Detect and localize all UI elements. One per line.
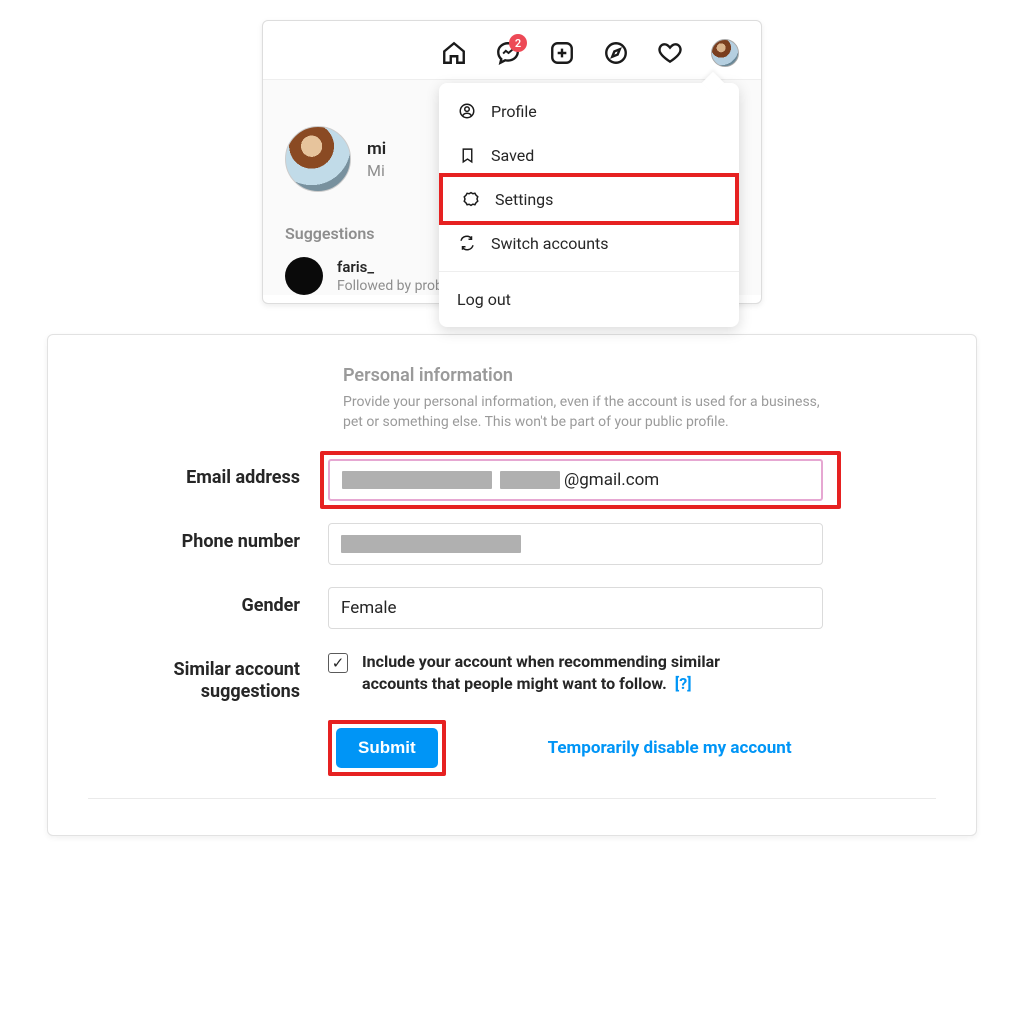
gender-label: Gender [88, 587, 328, 618]
similar-accounts-desc: Include your account when recommending s… [362, 651, 728, 696]
suggestion-avatar[interactable] [285, 257, 323, 295]
display-name-truncated: Mi [367, 161, 386, 180]
menu-item-switch[interactable]: Switch accounts [439, 221, 739, 265]
menu-item-saved[interactable]: Saved [439, 133, 739, 177]
notification-badge: 2 [509, 34, 527, 52]
bookmark-icon [457, 145, 477, 165]
help-link[interactable]: [?] [675, 674, 692, 693]
menu-item-profile[interactable]: Profile [439, 89, 739, 133]
menu-item-label: Profile [491, 102, 537, 121]
section-description: Provide your personal information, even … [343, 392, 823, 433]
explore-icon[interactable] [603, 40, 629, 66]
avatar[interactable] [711, 39, 739, 67]
home-icon[interactable] [441, 40, 467, 66]
menu-item-logout[interactable]: Log out [439, 278, 739, 321]
redacted-text [500, 471, 560, 489]
menu-item-label: Log out [457, 290, 511, 309]
redacted-text [342, 471, 492, 489]
submit-button[interactable]: Submit [336, 728, 438, 768]
divider [88, 798, 936, 799]
profile-dropdown-panel: 2 mi Mi Suggestions faris_ Followed by p… [262, 20, 762, 304]
switch-icon [457, 233, 477, 253]
profile-icon [457, 101, 477, 121]
gender-value: Female [341, 598, 397, 618]
disable-account-link[interactable]: Temporarily disable my account [548, 738, 792, 758]
phone-field[interactable] [328, 523, 823, 565]
personal-info-form: Personal information Provide your person… [47, 334, 977, 836]
gender-field[interactable]: Female [328, 587, 823, 629]
username-truncated: mi [367, 139, 386, 159]
menu-separator [439, 271, 739, 272]
menu-item-label: Settings [495, 190, 553, 209]
messenger-icon[interactable]: 2 [495, 40, 521, 66]
new-post-icon[interactable] [549, 40, 575, 66]
section-title: Personal information [343, 365, 936, 386]
gear-icon [461, 189, 481, 209]
email-field[interactable]: @gmail.com [328, 459, 823, 501]
phone-label: Phone number [88, 523, 328, 554]
user-avatar[interactable] [285, 126, 351, 192]
similar-label: Similar account suggestions [88, 651, 328, 704]
menu-item-label: Switch accounts [491, 234, 609, 253]
profile-dropdown: Profile Saved Settings Switch accounts L… [439, 83, 739, 327]
email-label: Email address [88, 459, 328, 490]
top-nav: 2 [263, 21, 761, 79]
menu-item-settings[interactable]: Settings [439, 173, 739, 225]
similar-accounts-checkbox[interactable]: ✓ [328, 653, 348, 673]
email-suffix: @gmail.com [564, 470, 659, 490]
menu-item-label: Saved [491, 146, 534, 165]
activity-icon[interactable] [657, 40, 683, 66]
redacted-text [341, 535, 521, 553]
